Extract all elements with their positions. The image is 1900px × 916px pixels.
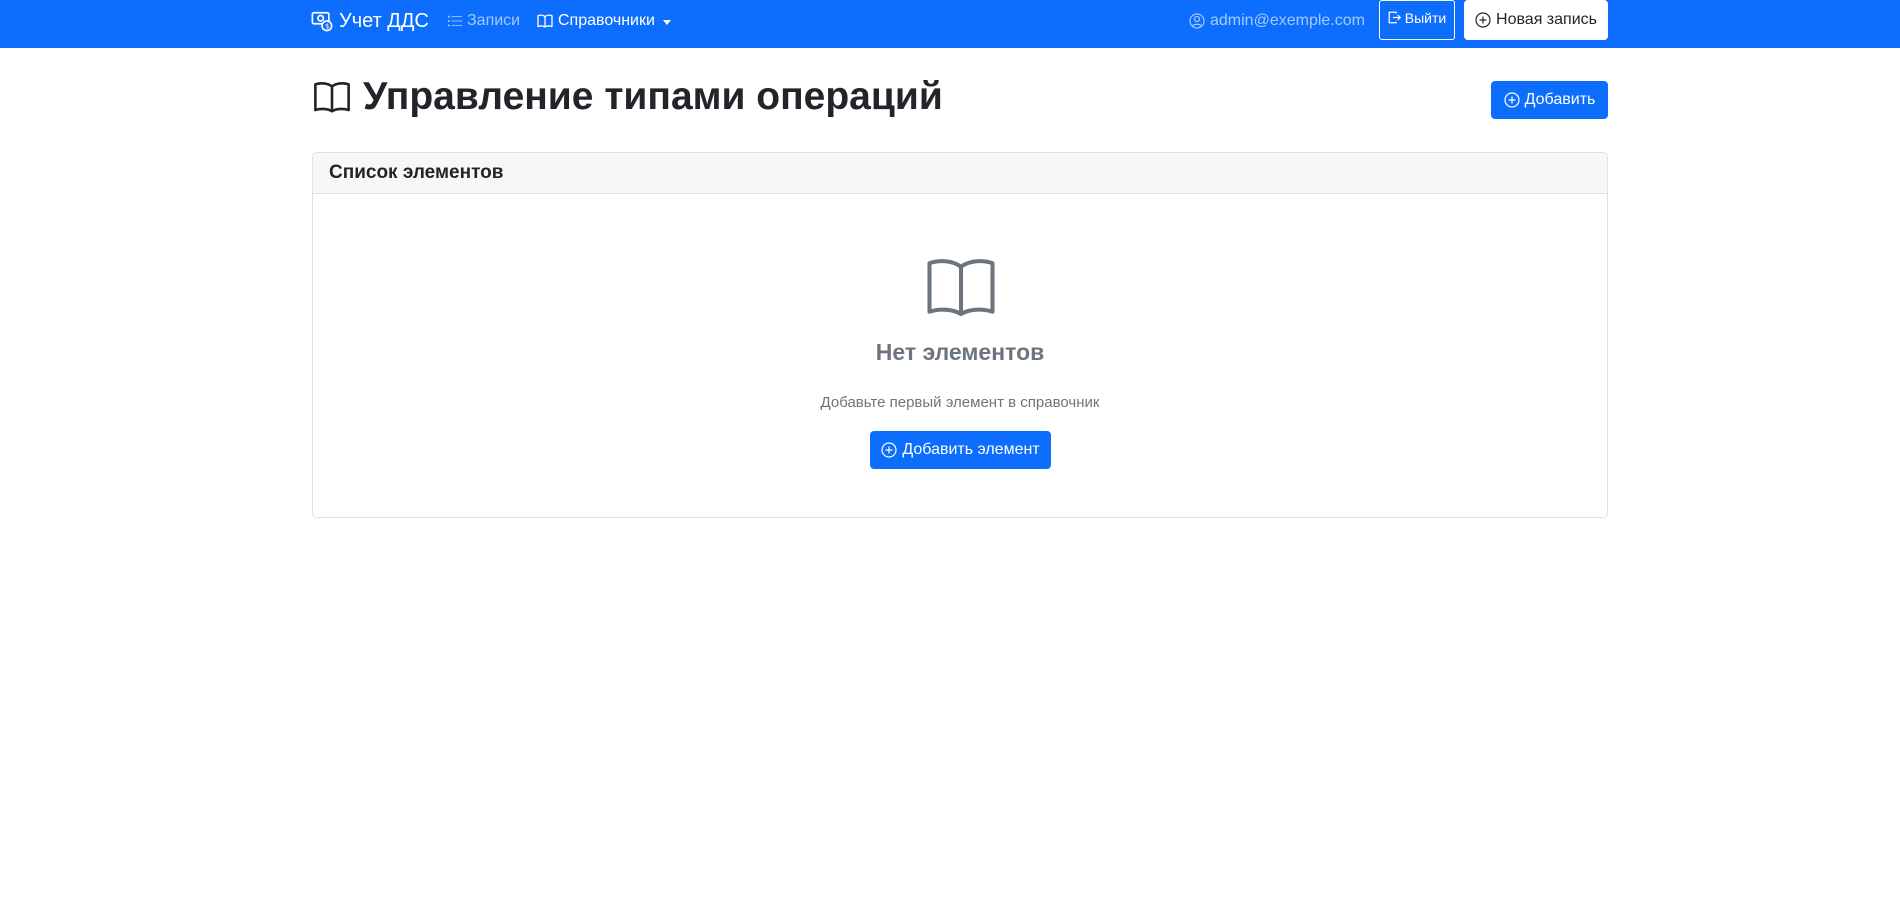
svg-text:$: $	[325, 22, 329, 30]
card-header-title: Список элементов	[329, 162, 504, 183]
list-icon	[448, 15, 462, 27]
plus-circle-icon	[1504, 92, 1520, 108]
add-button-label: Добавить	[1524, 91, 1596, 108]
nav-item-references-dropdown[interactable]: Справочники	[537, 0, 671, 42]
plus-circle-icon	[1475, 12, 1491, 28]
empty-state-title: Нет элементов	[875, 339, 1045, 365]
cash-coin-icon: $	[311, 11, 333, 32]
nav-item-records-label: Записи	[467, 12, 521, 29]
logout-button[interactable]: Выйти	[1379, 0, 1455, 40]
plus-circle-icon	[881, 442, 897, 458]
navbar-container: $ Учет ДДС Записи Справочники admin@exem…	[311, 0, 1608, 48]
logout-label: Выйти	[1404, 10, 1447, 26]
book-icon	[314, 82, 350, 113]
add-element-button[interactable]: Добавить элемент	[870, 431, 1051, 469]
box-arrow-right-icon	[1388, 11, 1401, 24]
add-button[interactable]: Добавить	[1491, 81, 1608, 119]
book-icon	[537, 14, 553, 28]
user-email: admin@exemple.com	[1210, 12, 1365, 29]
page-title-text: Управление типами операций	[363, 75, 943, 118]
card-header: Список элементов	[313, 153, 1607, 194]
new-record-button[interactable]: Новая запись	[1464, 0, 1608, 40]
top-navbar: $ Учет ДДС Записи Справочники admin@exem…	[0, 0, 1900, 48]
page-title: Управление типами операций	[311, 73, 943, 121]
nav-item-records[interactable]: Записи	[448, 0, 520, 42]
items-card: Список элементов Нет элементов Добавьте …	[312, 152, 1608, 518]
brand-name: Учет ДДС	[339, 9, 429, 32]
nav-item-references-label: Справочники	[558, 12, 655, 29]
empty-state-subtitle: Добавьте первый элемент в справочник	[820, 394, 1100, 411]
add-element-label: Добавить элемент	[902, 441, 1040, 458]
new-record-label: Новая запись	[1496, 11, 1597, 28]
book-icon	[927, 259, 995, 317]
person-circle-icon	[1189, 13, 1205, 29]
brand-link[interactable]: $ Учет ДДС	[311, 0, 429, 42]
caret-down-icon	[662, 19, 671, 25]
user-info: admin@exemple.com	[1189, 0, 1365, 42]
